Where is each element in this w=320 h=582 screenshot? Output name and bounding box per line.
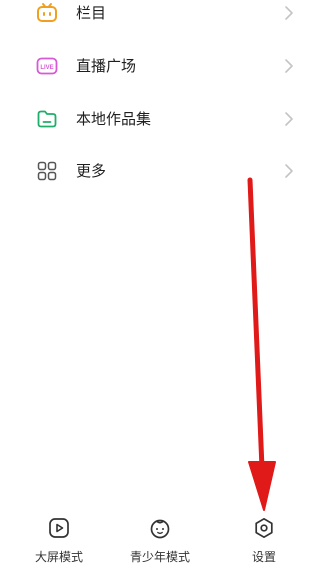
menu-item-label: 栏目: [76, 4, 107, 22]
menu-item-label: 直播广场: [76, 57, 137, 75]
grid-icon: [37, 161, 57, 181]
menu-item-label: 本地作品集: [76, 110, 152, 128]
menu-item-live-square[interactable]: LIVE 直播广场: [0, 41, 302, 93]
chevron-right-icon: [285, 164, 293, 178]
menu-item-more[interactable]: 更多: [0, 146, 302, 198]
kid-face-icon: [150, 519, 170, 539]
tv-icon: [37, 3, 57, 22]
menu-item-lanmu[interactable]: 栏目: [0, 0, 302, 40]
live-icon: LIVE: [36, 57, 58, 75]
bottom-bar: 大屏模式 青少年模式 设置: [0, 508, 302, 582]
folder-icon: [37, 110, 57, 128]
chevron-right-icon: [285, 112, 293, 126]
teen-mode-button[interactable]: 青少年模式: [110, 508, 210, 582]
menu-item-label: 更多: [76, 162, 107, 180]
menu-item-local-works[interactable]: 本地作品集: [0, 94, 302, 146]
big-screen-mode-button[interactable]: 大屏模式: [9, 508, 109, 582]
settings-button[interactable]: 设置: [214, 508, 314, 582]
bottom-item-label: 设置: [251, 550, 276, 564]
chevron-right-icon: [285, 59, 293, 73]
play-screen-icon: [49, 518, 69, 538]
bottom-item-label: 青少年模式: [129, 550, 190, 564]
settings-gear-icon: [255, 517, 273, 539]
svg-text:LIVE: LIVE: [40, 65, 53, 71]
bottom-item-label: 大屏模式: [34, 550, 83, 564]
chevron-right-icon: [285, 6, 293, 20]
